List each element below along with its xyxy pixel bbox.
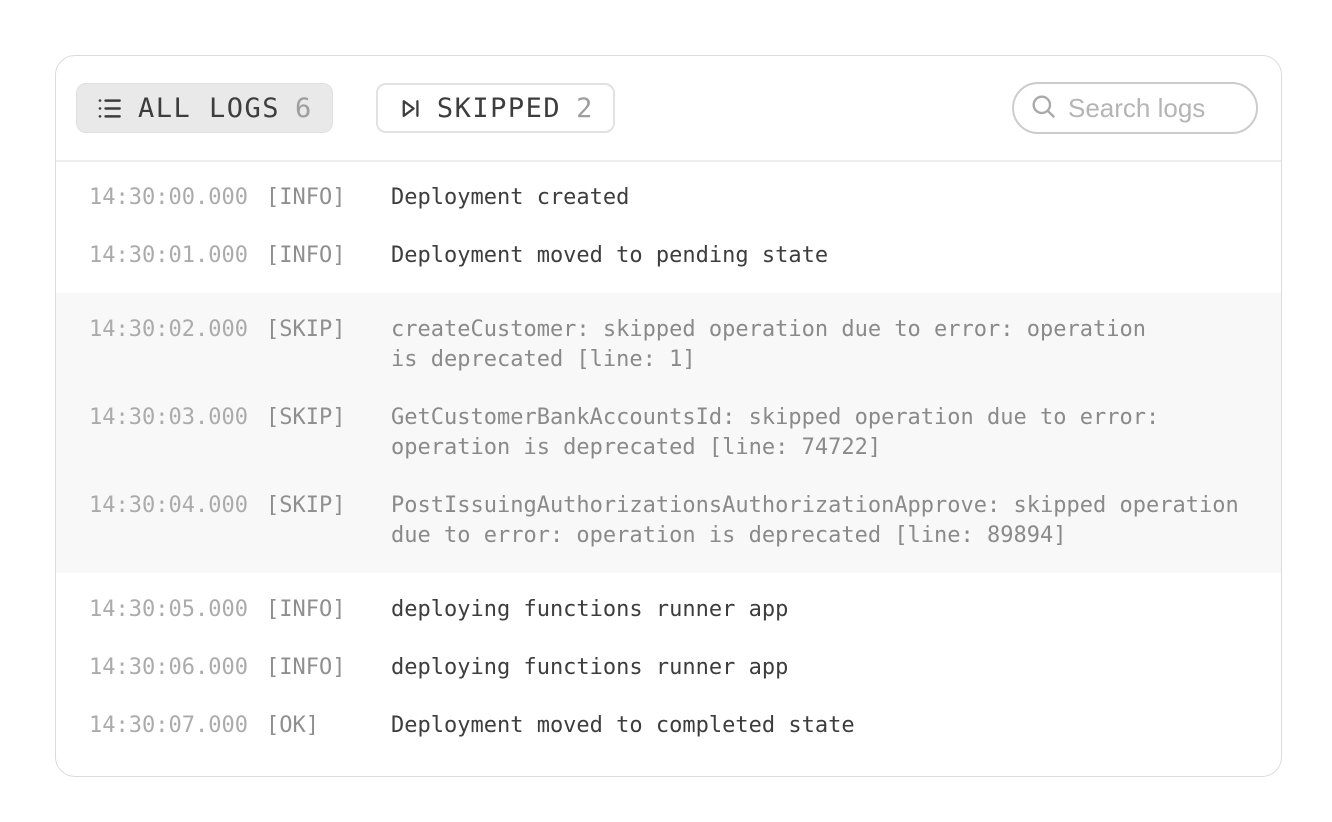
list-icon [96,95,123,122]
log-message: Deployment moved to completed state [391,711,1251,741]
log-level: [SKIP] [266,403,391,463]
filter-all-logs-label: ALL LOGS [138,93,280,124]
log-timestamp: 14:30:00.000 [89,183,266,213]
log-message: deploying functions runner app [391,653,1251,683]
log-row: 14:30:02.000 [SKIP] createCustomer: skip… [56,301,1281,389]
log-timestamp: 14:30:01.000 [89,241,266,271]
filter-skipped-button[interactable]: SKIPPED 2 [376,83,615,133]
search-box[interactable] [1012,82,1258,134]
log-level: [INFO] [266,653,391,683]
log-row: 14:30:06.000 [INFO] deploying functions … [56,639,1281,697]
log-level: [INFO] [266,241,391,271]
log-toolbar: ALL LOGS 6 SKIPPED 2 [56,56,1281,162]
log-viewer-panel: ALL LOGS 6 SKIPPED 2 14:30:00 [55,55,1282,777]
log-message: deploying functions runner app [391,595,1251,625]
log-timestamp: 14:30:06.000 [89,653,266,683]
log-message: PostIssuingAuthorizationsAuthorizationAp… [391,491,1251,551]
log-level: [INFO] [266,595,391,625]
log-message: Deployment moved to pending state [391,241,1251,271]
log-timestamp: 14:30:04.000 [89,491,266,551]
log-list: 14:30:00.000 [INFO] Deployment created 1… [56,162,1281,755]
filter-all-logs-count: 6 [295,93,313,124]
filter-skipped-count: 2 [576,93,594,124]
log-level: [INFO] [266,183,391,213]
log-timestamp: 14:30:02.000 [89,315,266,375]
log-message: GetCustomerBankAccountsId: skipped opera… [391,403,1251,463]
skip-forward-icon [397,96,422,121]
log-row: 14:30:00.000 [INFO] Deployment created [56,169,1281,227]
log-message: Deployment created [391,183,1251,213]
log-row: 14:30:07.000 [OK] Deployment moved to co… [56,697,1281,755]
log-level: [SKIP] [266,491,391,551]
log-level: [OK] [266,711,391,741]
log-message: createCustomer: skipped operation due to… [391,315,1251,375]
log-timestamp: 14:30:05.000 [89,595,266,625]
filter-all-logs-button[interactable]: ALL LOGS 6 [76,83,333,133]
log-row: 14:30:05.000 [INFO] deploying functions … [56,581,1281,639]
log-row: 14:30:01.000 [INFO] Deployment moved to … [56,227,1281,285]
log-row: 14:30:04.000 [SKIP] PostIssuingAuthoriza… [56,477,1281,565]
log-row: 14:30:03.000 [SKIP] GetCustomerBankAccou… [56,389,1281,477]
search-input[interactable] [1068,93,1241,124]
skipped-log-group: 14:30:02.000 [SKIP] createCustomer: skip… [56,293,1281,573]
filter-skipped-label: SKIPPED [437,93,561,124]
log-timestamp: 14:30:07.000 [89,711,266,741]
log-timestamp: 14:30:03.000 [89,403,266,463]
log-level: [SKIP] [266,315,391,375]
search-icon [1029,92,1057,124]
